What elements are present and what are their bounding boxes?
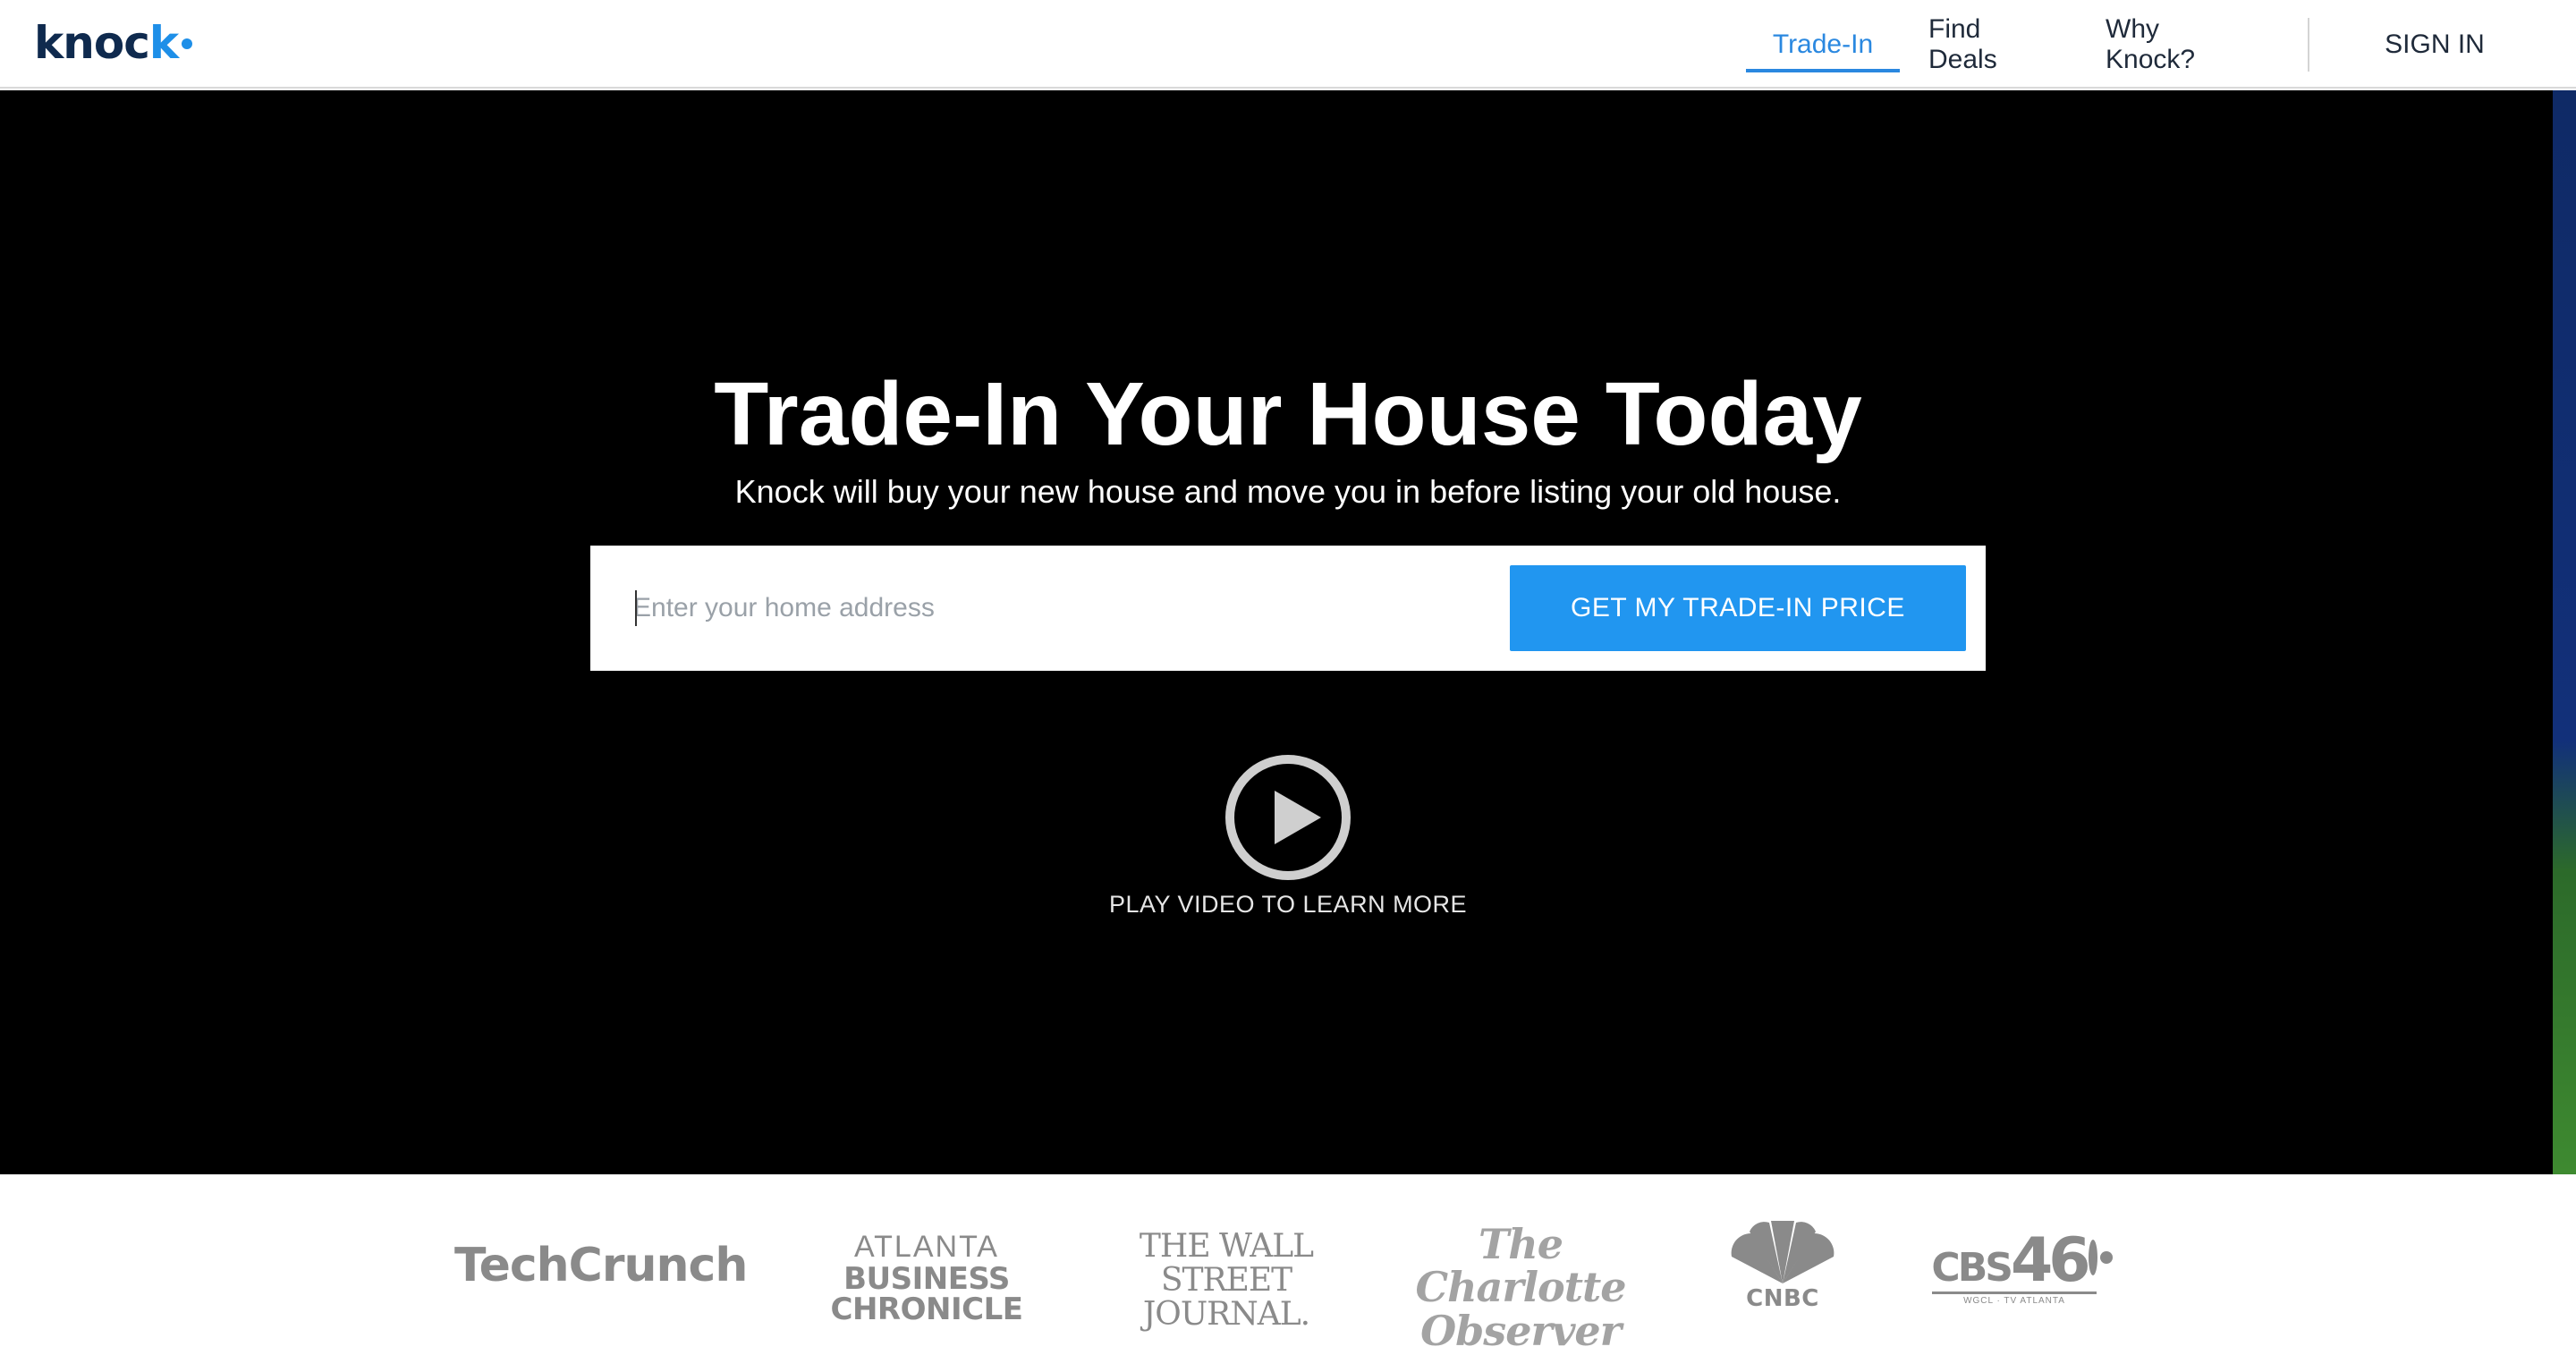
sign-in-link[interactable]: SIGN IN — [2363, 0, 2506, 89]
abc-line-2: BUSINESS CHRONICLE — [830, 1261, 1023, 1327]
play-icon — [1275, 791, 1321, 844]
charlotte-observer-logo: The Charlotte Observer — [1401, 1223, 1640, 1352]
cnbc-text: CNBC — [1746, 1285, 1819, 1312]
logo-accent: k — [148, 17, 179, 69]
cbs-text: CBS — [1931, 1245, 2013, 1291]
atlanta-business-chronicle-logo: ATLANTA BUSINESS CHRONICLE — [784, 1232, 1070, 1325]
cho-line-2: Observer — [1420, 1306, 1622, 1355]
cbs-number: 46 — [2010, 1225, 2091, 1296]
hero-section: Trade-In Your House Today Knock will buy… — [0, 90, 2576, 1174]
home-address-input[interactable] — [633, 572, 1438, 644]
top-navbar: knoc k Trade-In Find Deals Why Knock? SIG… — [0, 0, 2576, 89]
wall-street-journal-logo: THE WALL STREET JOURNAL. — [1111, 1230, 1342, 1331]
nav-why-knock[interactable]: Why Knock? — [2106, 0, 2254, 89]
wsj-line-1: THE WALL STREET — [1139, 1228, 1314, 1299]
cnbc-logo: CNBC — [1717, 1221, 1848, 1312]
hero-title: Trade-In Your House Today — [714, 364, 1862, 464]
nav-links: Trade-In Find Deals Why Knock? SIGN IN — [1746, 0, 2576, 89]
play-video-caption[interactable]: PLAY VIDEO TO LEARN MORE — [0, 891, 2576, 919]
cbs-eye-icon — [2088, 1240, 2113, 1276]
nav-trade-in[interactable]: Trade-In — [1746, 0, 1900, 89]
logo-dot-icon — [182, 38, 193, 49]
play-video-button[interactable] — [1225, 755, 1351, 880]
nav-find-deals[interactable]: Find Deals — [1928, 0, 2052, 89]
address-search-form: GET MY TRADE-IN PRICE — [590, 546, 1986, 671]
hero-background-edge — [2553, 90, 2576, 1174]
wsj-line-2: JOURNAL. — [1142, 1295, 1310, 1333]
nav-divider — [2308, 17, 2309, 72]
cnbc-peacock-icon — [1731, 1221, 1835, 1283]
cbs46-logo: CBS 46 WGCL · TV ATLANTA — [1931, 1225, 2113, 1306]
get-trade-in-price-button[interactable]: GET MY TRADE-IN PRICE — [1510, 565, 1966, 651]
text-caret — [635, 590, 637, 626]
cho-line-1: The Charlotte — [1415, 1220, 1626, 1312]
hero-subtitle: Knock will buy your new house and move y… — [734, 473, 1842, 510]
press-logos-strip: TechCrunch ATLANTA BUSINESS CHRONICLE TH… — [0, 1174, 2576, 1354]
techcrunch-logo: TechCrunch — [454, 1239, 748, 1292]
abc-line-1: ATLANTA — [854, 1230, 999, 1264]
knock-logo[interactable]: knoc k — [34, 16, 193, 70]
logo-text: knoc — [34, 17, 150, 69]
